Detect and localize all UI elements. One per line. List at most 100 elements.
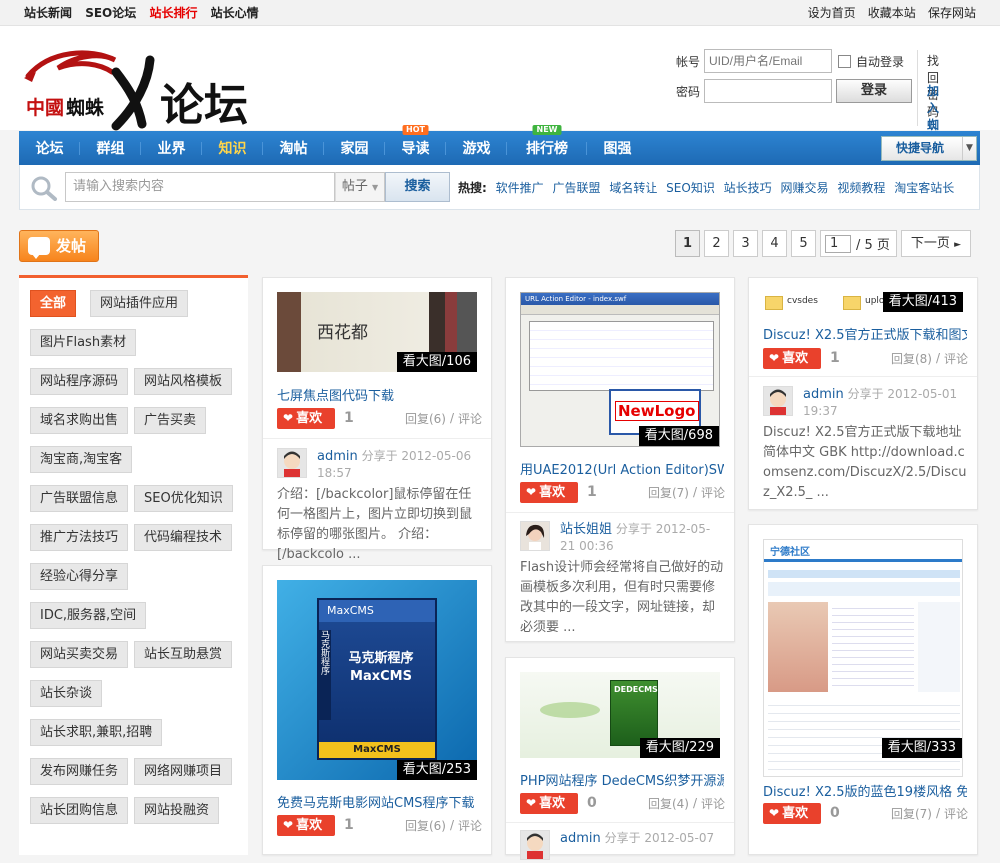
hot-search-item[interactable]: 广告联盟: [552, 181, 600, 195]
nav-knowledge[interactable]: 知识: [202, 131, 263, 165]
category-item[interactable]: 发布网赚任务: [30, 758, 129, 785]
search-type-select[interactable]: 帖子 ▼: [335, 172, 385, 202]
category-item[interactable]: 经验心得分享: [30, 563, 129, 590]
post-card[interactable]: DEDECMS 看大图/229 PHP网站程序 DedeCMS织梦开源源码 ❤ 喜…: [505, 657, 735, 860]
avatar[interactable]: [520, 830, 550, 860]
post-title[interactable]: Discuz! X2.5版的蓝色19楼风格 免费: [763, 781, 967, 800]
search-button[interactable]: 搜索: [385, 172, 450, 202]
nav-industry[interactable]: 业界: [141, 131, 202, 165]
hot-search-item[interactable]: 软件推广: [496, 181, 544, 195]
view-large-badge[interactable]: 看大图/253: [396, 760, 477, 780]
hot-search-item[interactable]: 视频教程: [837, 181, 885, 195]
reply-link[interactable]: 回复(7): [648, 484, 689, 501]
like-button[interactable]: ❤ 喜欢: [277, 814, 335, 836]
reply-link[interactable]: 回复(4): [648, 795, 689, 812]
author-name[interactable]: admin: [560, 831, 601, 846]
save-site-link[interactable]: 保存网站: [928, 6, 976, 20]
hot-search-item[interactable]: 网赚交易: [781, 181, 829, 195]
post-thumbnail[interactable]: 西花都 看大图/106: [277, 292, 477, 372]
post-thumbnail[interactable]: MaxCMS 马克斯程序 MaxCMS MaxCMS 马克斯程序 看大图/253: [277, 580, 477, 780]
next-page-button[interactable]: 下一页 ►: [900, 230, 971, 257]
comment-link[interactable]: 评论: [701, 795, 725, 812]
post-thumbnail[interactable]: cvsdes uploads 看大图/413: [763, 292, 963, 318]
page-1[interactable]: 1: [675, 230, 700, 257]
post-thumbnail[interactable]: DEDECMS 看大图/229: [520, 672, 720, 758]
nav-forum[interactable]: 论坛: [19, 131, 80, 165]
author-name[interactable]: admin: [803, 387, 844, 402]
category-item[interactable]: 网站买卖交易: [30, 641, 129, 668]
top-link-mood[interactable]: 站长心情: [211, 6, 259, 20]
auto-login-checkbox[interactable]: 自动登录: [838, 53, 904, 70]
nav-ranking[interactable]: 排行榜 NEW: [507, 125, 587, 165]
category-item[interactable]: 代码编程技术: [134, 524, 233, 551]
post-title[interactable]: PHP网站程序 DedeCMS织梦开源源码: [520, 770, 724, 789]
nav-collection[interactable]: 淘帖: [263, 131, 324, 165]
like-button[interactable]: ❤ 喜欢: [763, 347, 821, 369]
set-homepage-link[interactable]: 设为首页: [808, 6, 856, 20]
like-button[interactable]: ❤ 喜欢: [277, 407, 335, 429]
reply-link[interactable]: 回复(6): [405, 817, 446, 834]
site-logo[interactable]: 中國 蜘蛛 论坛: [20, 42, 270, 132]
nav-home[interactable]: 家园: [324, 131, 385, 165]
nav-guide[interactable]: 导读 HOT: [385, 125, 446, 165]
category-item[interactable]: 站长团购信息: [30, 797, 129, 824]
post-title[interactable]: 免费马克斯电影网站CMS程序下载: [277, 792, 481, 811]
avatar[interactable]: [277, 448, 307, 478]
author-name[interactable]: admin: [317, 449, 358, 464]
avatar[interactable]: [520, 521, 550, 551]
hot-search-item[interactable]: 淘宝客站长: [894, 181, 954, 195]
nav-group[interactable]: 群组: [80, 131, 141, 165]
category-item[interactable]: 广告买卖: [134, 407, 207, 434]
category-item[interactable]: IDC,服务器,空间: [30, 602, 147, 629]
category-all[interactable]: 全部: [30, 290, 77, 317]
post-thumbnail[interactable]: URL Action Editor - index.swf NewLogo 看大…: [520, 292, 720, 447]
hot-search-item[interactable]: 域名转让: [609, 181, 657, 195]
category-item[interactable]: 淘宝商,淘宝客: [30, 446, 133, 473]
category-item[interactable]: 网站投融资: [134, 797, 220, 824]
new-post-button[interactable]: 发帖: [19, 230, 99, 262]
author-name[interactable]: 站长姐姐: [560, 522, 612, 537]
post-thumbnail[interactable]: 宁德社区 看大图/333: [763, 539, 963, 777]
category-item[interactable]: 网站插件应用: [90, 290, 189, 317]
reply-link[interactable]: 回复(6): [405, 410, 446, 427]
post-card[interactable]: MaxCMS 马克斯程序 MaxCMS MaxCMS 马克斯程序 看大图/253…: [262, 565, 492, 855]
post-card[interactable]: cvsdes uploads 看大图/413 Discuz! X2.5官方正式版…: [748, 277, 978, 510]
page-3[interactable]: 3: [733, 230, 758, 257]
category-item[interactable]: 网站风格模板: [134, 368, 233, 395]
login-button[interactable]: 登录: [836, 79, 912, 103]
reply-link[interactable]: 回复(7): [891, 805, 932, 822]
comment-link[interactable]: 评论: [944, 805, 968, 822]
category-item[interactable]: 网站程序源码: [30, 368, 129, 395]
like-button[interactable]: ❤ 喜欢: [763, 802, 821, 824]
top-link-news[interactable]: 站长新闻: [24, 6, 72, 20]
page-jump-input[interactable]: 1: [825, 234, 851, 253]
category-item[interactable]: SEO优化知识: [134, 485, 233, 512]
avatar[interactable]: [763, 386, 793, 416]
view-large-badge[interactable]: 看大图/229: [639, 738, 720, 758]
category-item[interactable]: 站长互助悬赏: [134, 641, 233, 668]
post-card[interactable]: 宁德社区 看大图/333 Discuz! X2.5版的蓝色19楼风格 免费 ❤ 喜…: [748, 524, 978, 855]
post-title[interactable]: 用UAE2012(Url Action Editor)SWF修: [520, 459, 724, 478]
quick-nav-button[interactable]: 快捷导航 ▼: [881, 136, 977, 161]
view-large-badge[interactable]: 看大图/333: [881, 738, 962, 758]
top-link-rank[interactable]: 站长排行: [149, 6, 197, 20]
post-card[interactable]: 西花都 看大图/106 七屏焦点图代码下载 ❤ 喜欢 1 回复(6) / 评论 adm…: [262, 277, 492, 562]
category-item[interactable]: 域名求购出售: [30, 407, 129, 434]
post-card[interactable]: URL Action Editor - index.swf NewLogo 看大…: [505, 277, 735, 642]
comment-link[interactable]: 评论: [701, 484, 725, 501]
category-item[interactable]: 广告联盟信息: [30, 485, 129, 512]
category-item[interactable]: 站长杂谈: [30, 680, 103, 707]
hot-search-item[interactable]: SEO知识: [666, 181, 715, 195]
comment-link[interactable]: 评论: [944, 350, 968, 367]
like-button[interactable]: ❤ 喜欢: [520, 792, 578, 814]
top-link-seo[interactable]: SEO论坛: [85, 6, 136, 20]
category-item[interactable]: 图片Flash素材: [30, 329, 137, 356]
post-title[interactable]: Discuz! X2.5官方正式版下载和图文安: [763, 324, 967, 343]
category-item[interactable]: 网络网赚项目: [134, 758, 233, 785]
comment-link[interactable]: 评论: [458, 817, 482, 834]
reply-link[interactable]: 回复(8): [891, 350, 932, 367]
like-button[interactable]: ❤ 喜欢: [520, 481, 578, 503]
page-2[interactable]: 2: [704, 230, 729, 257]
nav-games[interactable]: 游戏: [446, 131, 507, 165]
page-4[interactable]: 4: [762, 230, 787, 257]
